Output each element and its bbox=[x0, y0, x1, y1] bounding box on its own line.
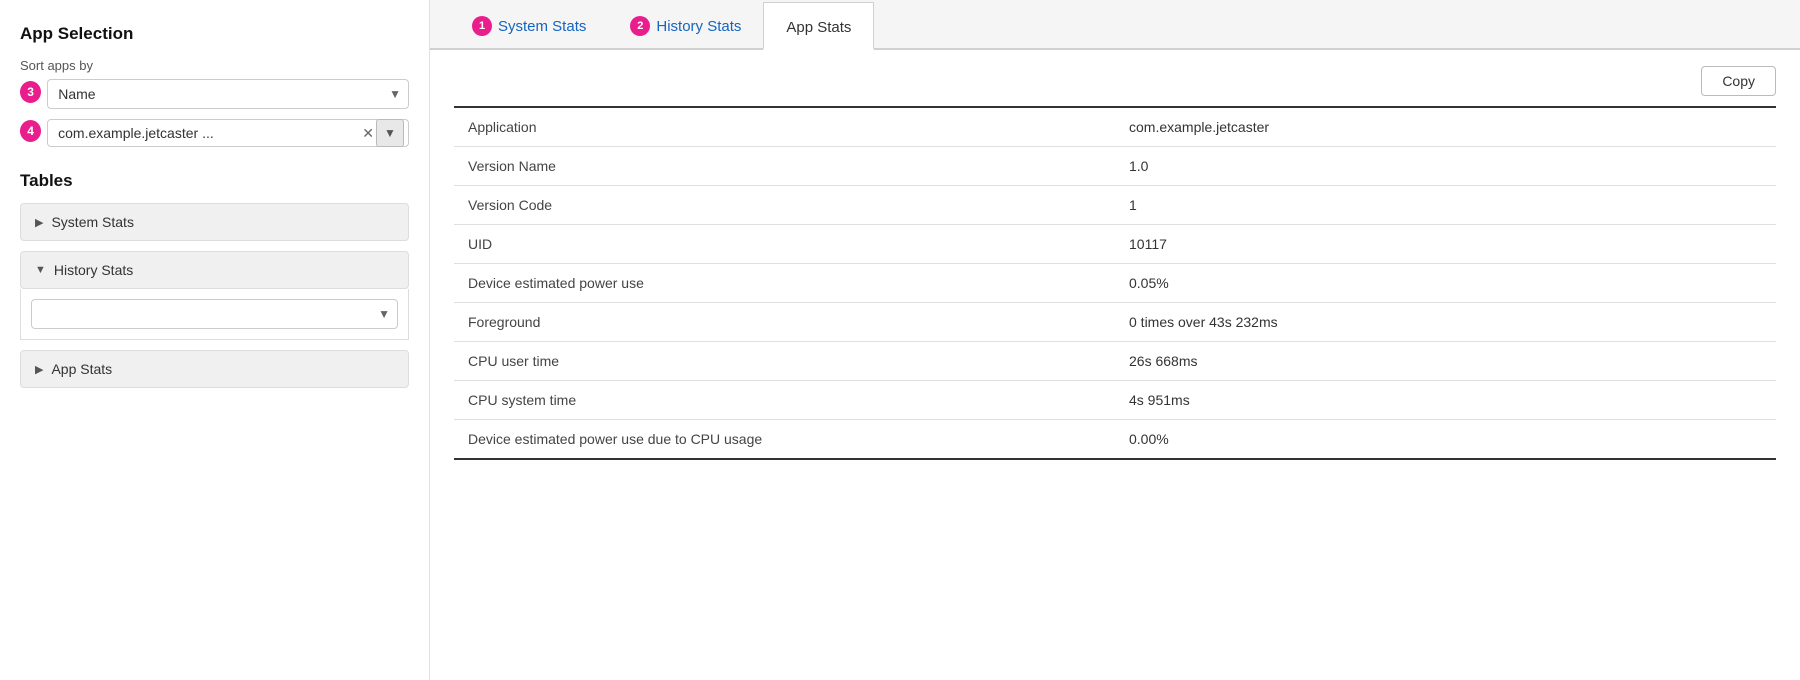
copy-button[interactable]: Copy bbox=[1701, 66, 1776, 96]
tab-system-stats-label: System Stats bbox=[498, 18, 586, 35]
sort-label: Sort apps by bbox=[20, 58, 409, 73]
table-row: Device estimated power use0.05% bbox=[454, 264, 1776, 303]
table-group-app-stats: ▶ App Stats bbox=[20, 350, 409, 388]
tab-app-stats-label: App Stats bbox=[786, 19, 851, 36]
table-group-header-history-stats[interactable]: ▼ History Stats bbox=[20, 251, 409, 289]
table-row: CPU user time26s 668ms bbox=[454, 342, 1776, 381]
sidebar: App Selection Sort apps by 3 Name Packag… bbox=[0, 0, 430, 680]
stat-value: 4s 951ms bbox=[1115, 381, 1776, 420]
table-group-label-system-stats: System Stats bbox=[51, 214, 133, 230]
app-select-text: com.example.jetcaster ... bbox=[58, 125, 358, 141]
stat-value: 0.00% bbox=[1115, 420, 1776, 460]
app-selection-title: App Selection bbox=[20, 24, 409, 44]
stat-value: 0.05% bbox=[1115, 264, 1776, 303]
table-row: Version Name1.0 bbox=[454, 147, 1776, 186]
history-stats-inner-select[interactable] bbox=[31, 299, 398, 329]
sort-select[interactable]: Name Package UID bbox=[47, 79, 409, 109]
stat-key: CPU user time bbox=[454, 342, 1115, 381]
table-row: CPU system time4s 951ms bbox=[454, 381, 1776, 420]
stat-key: Device estimated power use due to CPU us… bbox=[454, 420, 1115, 460]
stat-key: UID bbox=[454, 225, 1115, 264]
tab-history-stats[interactable]: 2 History Stats bbox=[608, 0, 763, 50]
app-select-badge: 4 bbox=[20, 120, 41, 142]
chevron-history-stats-icon: ▼ bbox=[35, 264, 46, 276]
table-group-label-history-stats: History Stats bbox=[54, 262, 133, 278]
tab-history-stats-badge: 2 bbox=[630, 16, 650, 36]
tab-system-stats-badge: 1 bbox=[472, 16, 492, 36]
copy-row: Copy bbox=[454, 66, 1776, 96]
table-group-label-app-stats: App Stats bbox=[51, 361, 112, 377]
table-group-body-history-stats: ▼ bbox=[20, 289, 409, 340]
stat-key: Version Code bbox=[454, 186, 1115, 225]
tab-app-stats[interactable]: App Stats bbox=[763, 2, 874, 50]
stat-key: Version Name bbox=[454, 147, 1115, 186]
table-row: UID10117 bbox=[454, 225, 1776, 264]
table-row: Device estimated power use due to CPU us… bbox=[454, 420, 1776, 460]
sort-badge: 3 bbox=[20, 81, 41, 103]
stat-value: 0 times over 43s 232ms bbox=[1115, 303, 1776, 342]
table-group-history-stats: ▼ History Stats ▼ bbox=[20, 251, 409, 340]
chevron-system-stats-icon: ▶ bbox=[35, 216, 43, 229]
chevron-app-stats-icon: ▶ bbox=[35, 363, 43, 376]
stat-key: Application bbox=[454, 107, 1115, 147]
stat-key: CPU system time bbox=[454, 381, 1115, 420]
history-stats-inner-select-wrapper: ▼ bbox=[31, 299, 398, 329]
tabs-bar: 1 System Stats 2 History Stats App Stats bbox=[430, 0, 1800, 50]
stat-key: Device estimated power use bbox=[454, 264, 1115, 303]
sort-select-wrapper: Name Package UID ▼ bbox=[47, 79, 409, 109]
tab-history-stats-label: History Stats bbox=[656, 18, 741, 35]
stat-value: 26s 668ms bbox=[1115, 342, 1776, 381]
content-area: Copy Applicationcom.example.jetcasterVer… bbox=[430, 50, 1800, 680]
table-row: Applicationcom.example.jetcaster bbox=[454, 107, 1776, 147]
stat-key: Foreground bbox=[454, 303, 1115, 342]
app-select-dropdown-button[interactable]: ▼ bbox=[376, 119, 404, 147]
table-row: Version Code1 bbox=[454, 186, 1776, 225]
table-group-system-stats: ▶ System Stats bbox=[20, 203, 409, 241]
stat-value: 1 bbox=[1115, 186, 1776, 225]
stat-value: 10117 bbox=[1115, 225, 1776, 264]
table-group-header-app-stats[interactable]: ▶ App Stats bbox=[20, 350, 409, 388]
app-select-wrapper[interactable]: com.example.jetcaster ... ✕ ▼ bbox=[47, 119, 409, 147]
stat-value: 1.0 bbox=[1115, 147, 1776, 186]
table-row: Foreground0 times over 43s 232ms bbox=[454, 303, 1776, 342]
stat-value: com.example.jetcaster bbox=[1115, 107, 1776, 147]
table-group-header-system-stats[interactable]: ▶ System Stats bbox=[20, 203, 409, 241]
tab-system-stats[interactable]: 1 System Stats bbox=[450, 0, 608, 50]
main-content: 1 System Stats 2 History Stats App Stats… bbox=[430, 0, 1800, 680]
stats-table: Applicationcom.example.jetcasterVersion … bbox=[454, 106, 1776, 460]
tables-title: Tables bbox=[20, 171, 409, 191]
